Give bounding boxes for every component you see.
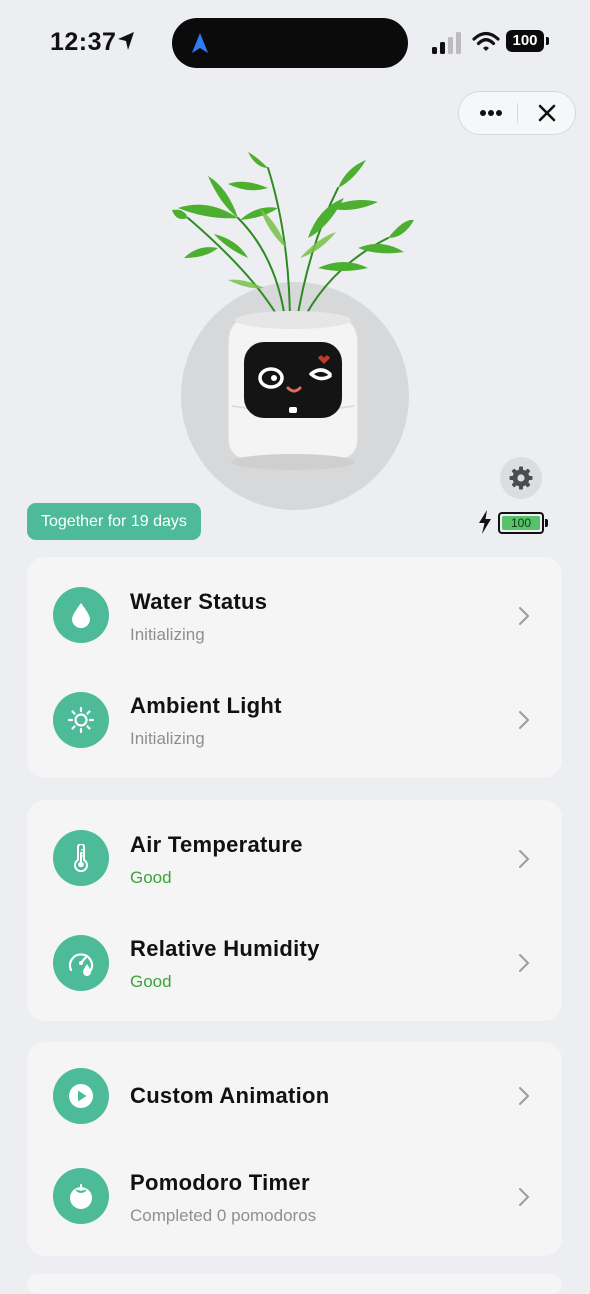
row-status: Completed 0 pomodoros [130, 1206, 317, 1225]
pomodoro-timer-row[interactable]: Pomodoro Timer Completed 0 pomodoros [27, 1148, 562, 1248]
phone-battery-indicator: 100 [506, 30, 550, 54]
row-status: Initializing [130, 729, 205, 748]
row-title: Air Temperature [130, 832, 303, 857]
chevron-right-icon [519, 954, 530, 972]
chevron-right-icon [519, 1188, 530, 1206]
device-settings-button[interactable] [500, 457, 542, 499]
gear-icon [509, 466, 533, 490]
device-battery-level: 100 [502, 516, 540, 530]
chevron-right-icon [519, 607, 530, 625]
mini-program-capsule [458, 91, 576, 135]
phone-battery-level: 100 [506, 30, 544, 52]
charging-bolt-icon [479, 510, 491, 534]
next-card-edge [27, 1274, 562, 1294]
row-status: Initializing [130, 625, 205, 644]
cellular-signal-icon [432, 32, 461, 54]
sensor-card-2: Air Temperature Good Relative Humidity G… [27, 800, 562, 1021]
plant-pot-robot-image [172, 152, 414, 470]
chevron-right-icon [519, 850, 530, 868]
status-bar: 12:37 100 [0, 0, 590, 86]
water-drop-icon [53, 587, 109, 643]
humidity-gauge-icon [53, 935, 109, 991]
more-dots-icon [480, 110, 502, 116]
close-button[interactable] [525, 92, 569, 134]
water-status-row[interactable]: Water Status Initializing [27, 567, 562, 667]
tomato-icon [53, 1168, 109, 1224]
row-status: Good [130, 972, 172, 991]
together-days-badge: Together for 19 days [27, 503, 201, 540]
row-title: Custom Animation [130, 1083, 330, 1108]
row-status: Good [130, 868, 172, 887]
more-options-button[interactable] [473, 92, 509, 134]
capsule-divider [517, 103, 518, 123]
chevron-right-icon [519, 1087, 530, 1105]
sun-icon [53, 692, 109, 748]
row-title: Ambient Light [130, 693, 282, 718]
row-title: Relative Humidity [130, 936, 320, 961]
row-title: Pomodoro Timer [130, 1170, 310, 1195]
custom-animation-row[interactable]: Custom Animation [27, 1042, 562, 1142]
air-temperature-row[interactable]: Air Temperature Good [27, 810, 562, 910]
row-title: Water Status [130, 589, 268, 614]
relative-humidity-row[interactable]: Relative Humidity Good [27, 914, 562, 1014]
location-arrow-icon [118, 32, 134, 50]
status-time: 12:37 [50, 28, 117, 56]
feature-card: Custom Animation Pomodoro Timer Complete… [27, 1042, 562, 1256]
sensor-card-1: Water Status Initializing Ambient Light … [27, 557, 562, 778]
navigation-arrow-icon [192, 33, 208, 53]
close-icon [538, 104, 556, 122]
play-icon [53, 1068, 109, 1124]
thermometer-icon [53, 830, 109, 886]
wifi-icon [472, 31, 500, 51]
device-battery-indicator: 100 [498, 512, 550, 534]
ambient-light-row[interactable]: Ambient Light Initializing [27, 671, 562, 771]
chevron-right-icon [519, 711, 530, 729]
dynamic-island [172, 18, 408, 68]
